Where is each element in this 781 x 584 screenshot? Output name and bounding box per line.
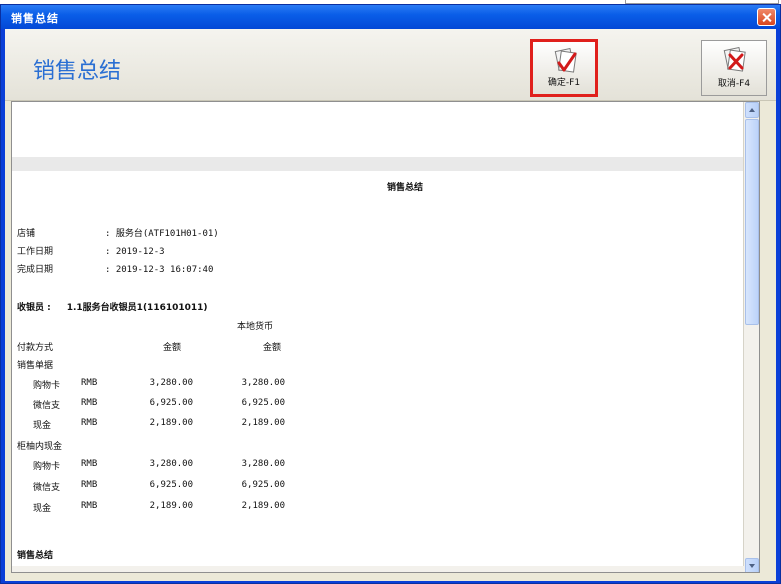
payment-amount: 6,925.00 <box>149 480 193 490</box>
column-amount: 金额 <box>163 343 182 353</box>
confirm-button[interactable]: 确定-F1 <box>531 40 597 96</box>
report-header-band <box>12 157 759 171</box>
cashier-label: 收银员 : <box>17 303 51 313</box>
payment-name: 现金 <box>33 421 52 431</box>
table-row: 微信支 RMB 6,925.00 6,925.00 <box>17 398 317 412</box>
close-icon[interactable] <box>757 8 776 26</box>
payment-amount: 2,189.00 <box>149 501 193 511</box>
sales-summary-window: 销售总结 销售总结 确定-F1 取消-F4 销售总结 店铺: 服务台(ATF1… <box>0 4 781 584</box>
confirm-button-label: 确定-F1 <box>547 78 581 88</box>
header-panel: 销售总结 确定-F1 取消-F4 <box>5 29 776 101</box>
section-title-sales: 销售单据 <box>17 361 54 371</box>
payment-name: 购物卡 <box>33 381 61 391</box>
payment-currency: RMB <box>81 378 98 388</box>
table-row: 微信支 RMB 6,925.00 6,925.00 <box>17 480 317 494</box>
scroll-up-icon[interactable] <box>745 102 759 118</box>
payment-name: 微信支 <box>33 483 61 493</box>
payment-amount: 6,925.00 <box>149 398 193 408</box>
payment-currency: RMB <box>81 418 98 428</box>
payment-local-amount: 6,925.00 <box>241 398 285 408</box>
table-row: 购物卡 RMB 3,280.00 3,280.00 <box>17 459 317 473</box>
cashier-line: 收银员 : 1.1服务台收银员1(116101011) <box>17 300 208 313</box>
info-label: 完成日期 <box>17 265 54 275</box>
payment-name: 微信支 <box>33 401 61 411</box>
payment-amount: 3,280.00 <box>149 378 193 388</box>
scroll-down-icon[interactable] <box>745 558 759 572</box>
info-row-store: 店铺 : 服务台(ATF101H01-01) <box>17 226 219 239</box>
table-row: 现金 RMB 2,189.00 2,189.00 <box>17 501 317 515</box>
window-title: 销售总结 <box>11 12 59 25</box>
payment-local-amount: 6,925.00 <box>241 480 285 490</box>
summary-section-title: 销售总结 <box>17 551 54 561</box>
info-row-finish-date: 完成日期 : 2019-12-3 16:07:40 <box>17 262 213 275</box>
report-viewer[interactable]: 销售总结 店铺 : 服务台(ATF101H01-01) 工作日期 : 2019-12… <box>11 101 760 573</box>
vertical-scrollbar[interactable] <box>743 102 759 572</box>
payment-name: 购物卡 <box>33 462 61 472</box>
payment-currency: RMB <box>81 459 98 469</box>
horizontal-scrollbar[interactable] <box>12 566 745 572</box>
payment-name: 现金 <box>33 504 52 514</box>
page-title: 销售总结 <box>33 59 122 84</box>
scroll-thumb[interactable] <box>745 119 759 325</box>
window-body: 销售总结 确定-F1 取消-F4 销售总结 店铺: 服务台(ATF101H01… <box>5 29 776 581</box>
info-value: : 2019-12-3 <box>105 247 165 257</box>
payment-amount: 3,280.00 <box>149 459 193 469</box>
payment-local-amount: 2,189.00 <box>241 418 285 428</box>
cancel-button[interactable]: 取消-F4 <box>701 40 767 96</box>
report-title: 销售总结 <box>387 183 424 193</box>
checkmark-document-icon <box>554 48 577 73</box>
info-row-work-date: 工作日期 : 2019-12-3 <box>17 244 165 257</box>
cashier-value: 1.1服务台收银员1(116101011) <box>66 303 208 313</box>
column-local-currency: 本地货币 <box>237 322 274 332</box>
payment-currency: RMB <box>81 398 98 408</box>
payment-currency: RMB <box>81 480 98 490</box>
table-row: 购物卡 RMB 3,280.00 3,280.00 <box>17 378 317 392</box>
info-value: : 2019-12-3 16:07:40 <box>105 265 214 275</box>
payment-local-amount: 2,189.00 <box>241 501 285 511</box>
cross-document-icon <box>723 47 746 72</box>
column-local-amount: 金额 <box>263 343 282 353</box>
payment-currency: RMB <box>81 501 98 511</box>
payment-amount: 2,189.00 <box>149 418 193 428</box>
payment-local-amount: 3,280.00 <box>241 459 285 469</box>
section-title-drawer-cash: 柜柚内现金 <box>17 442 63 452</box>
info-label: 店铺 <box>17 229 36 239</box>
payment-local-amount: 3,280.00 <box>241 378 285 388</box>
column-payment-method: 付款方式 <box>17 343 54 353</box>
title-bar[interactable]: 销售总结 <box>1 5 780 29</box>
table-row: 现金 RMB 2,189.00 2,189.00 <box>17 418 317 432</box>
info-label: 工作日期 <box>17 247 54 257</box>
info-value: : 服务台(ATF101H01-01) <box>105 229 219 239</box>
cancel-button-label: 取消-F4 <box>717 79 751 89</box>
